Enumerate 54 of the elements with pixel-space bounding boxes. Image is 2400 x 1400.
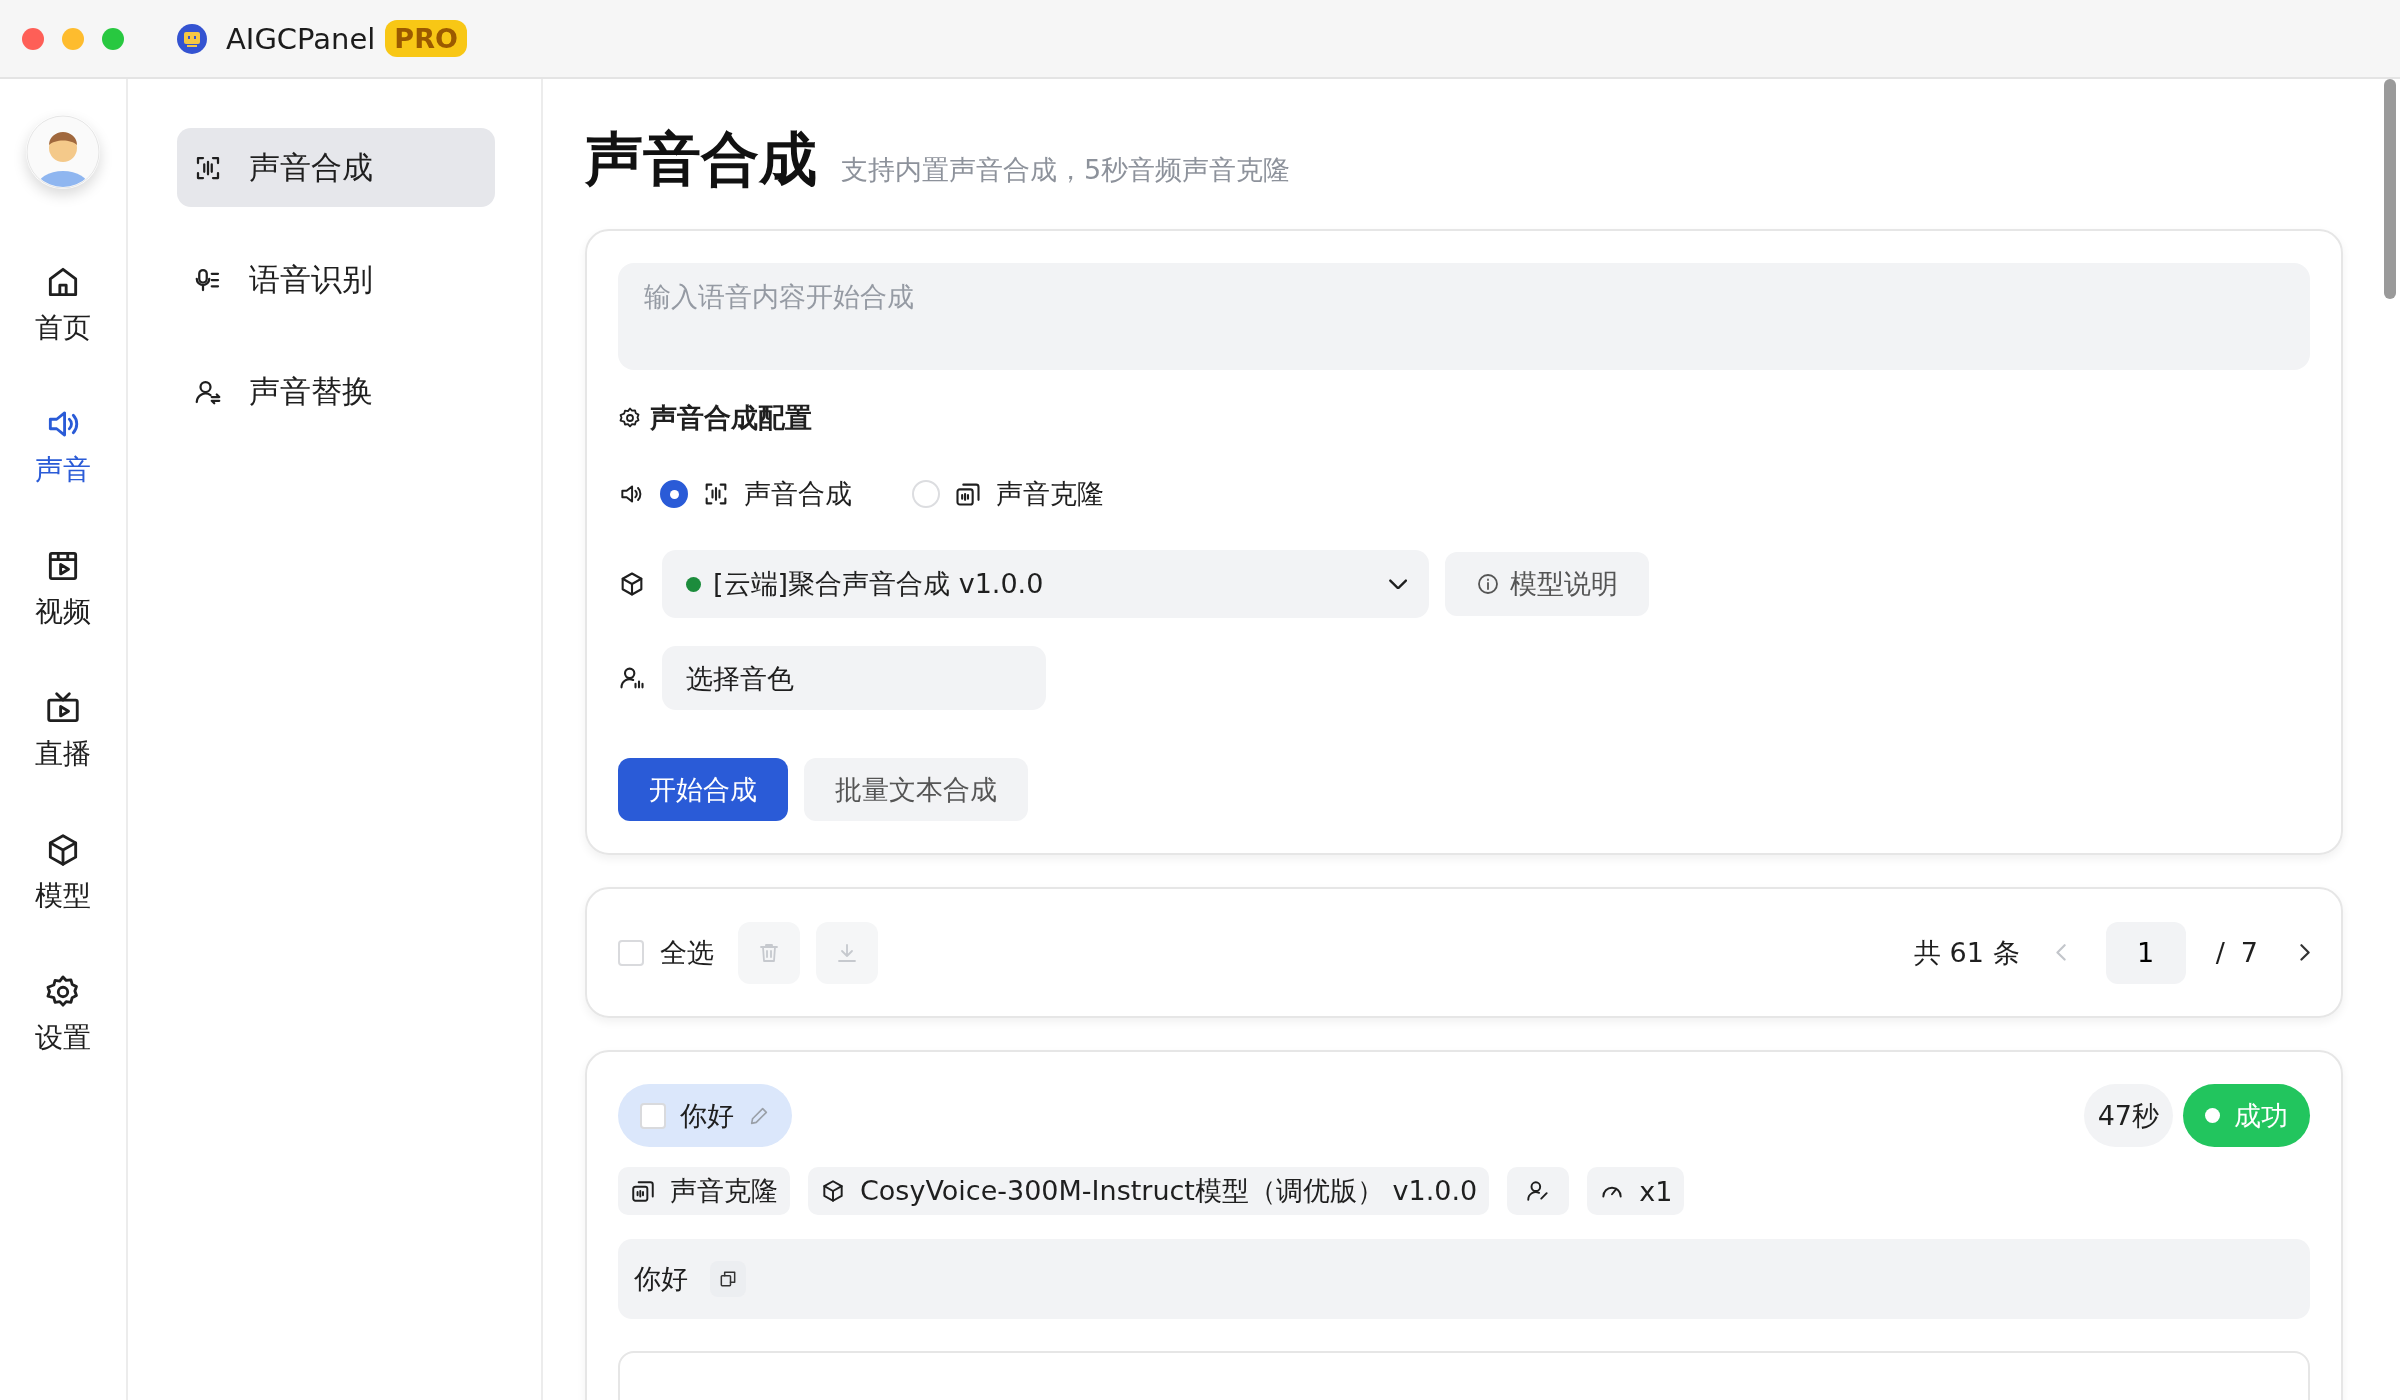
app-logo [176, 22, 208, 55]
avatar[interactable] [26, 115, 100, 189]
model-info-button[interactable]: 模型说明 [1445, 552, 1649, 616]
window-control[interactable] [22, 27, 44, 50]
chevron-left-icon [2055, 944, 2066, 961]
select-all-label[interactable]: 全选 [660, 934, 714, 971]
speed-tag: x1 [1587, 1167, 1685, 1215]
page-separator: / [2215, 937, 2225, 968]
copy-button[interactable] [710, 1261, 746, 1297]
radio-button[interactable] [660, 480, 688, 508]
page-count: 7 [2240, 937, 2258, 968]
info-icon [1476, 572, 1500, 596]
record-text: 你好 [618, 1239, 2310, 1319]
page-subtitle: 支持内置声音合成，5秒音频声音克隆 [841, 153, 1291, 187]
chevron-right-icon [2299, 944, 2310, 961]
page-title: 声音合成 [585, 124, 817, 195]
chevron-down-icon [1388, 578, 1407, 590]
rail-nav-item[interactable]: 直播 [29, 689, 97, 831]
rail-nav-item[interactable]: 声音 [29, 405, 97, 547]
page-input[interactable]: 1 [2105, 921, 2186, 984]
settings-icon [618, 406, 642, 430]
start-button[interactable]: 开始合成 [618, 758, 788, 821]
scrollbar[interactable] [2384, 79, 2396, 299]
window-control[interactable] [102, 27, 124, 50]
subnav-item[interactable]: 语音识别 [177, 240, 495, 319]
cube-icon [820, 1178, 846, 1204]
model-tag: CosyVoice-300M-Instruct模型（调优版） v1.0.0 [808, 1167, 1490, 1215]
copy-icon [718, 1269, 738, 1289]
radio-label[interactable]: 声音合成 [744, 476, 852, 512]
window-control[interactable] [62, 27, 84, 50]
status-badge: 成功 [2183, 1084, 2310, 1147]
rail-nav-item[interactable]: 首页 [29, 263, 97, 405]
voice-select[interactable]: 选择音色 [662, 646, 1046, 710]
pro-badge: PRO [385, 20, 467, 57]
checkbox[interactable] [618, 939, 644, 966]
rail-nav-item[interactable]: 视频 [29, 547, 97, 689]
text-input[interactable]: 输入语音内容开始合成 [618, 263, 2310, 370]
total-count: 共 61 条 [1914, 935, 2020, 970]
batch-button[interactable]: 批量文本合成 [804, 758, 1028, 821]
radio-label[interactable]: 声音克隆 [996, 476, 1104, 512]
clone-icon [630, 1178, 656, 1204]
subnav-item[interactable]: 声音替换 [177, 352, 495, 431]
rail-nav-item[interactable]: 模型 [29, 831, 97, 973]
section-title: 声音合成配置 [650, 401, 812, 435]
mode-tag: 声音克隆 [618, 1167, 790, 1215]
next-page-button[interactable] [2299, 944, 2310, 961]
duration-badge: 47秒 [2083, 1084, 2173, 1147]
checkbox[interactable] [640, 1102, 666, 1129]
rail-nav-item[interactable]: 设置 [29, 973, 97, 1115]
subnav-item[interactable]: 声音合成 [177, 128, 495, 207]
status-dot [686, 576, 701, 592]
model-dropdown[interactable]: [云端]聚合声音合成 v1.0.0 [662, 550, 1429, 618]
app-name: AIGCPanel [226, 21, 376, 56]
record-title: 你好 [680, 1098, 734, 1133]
